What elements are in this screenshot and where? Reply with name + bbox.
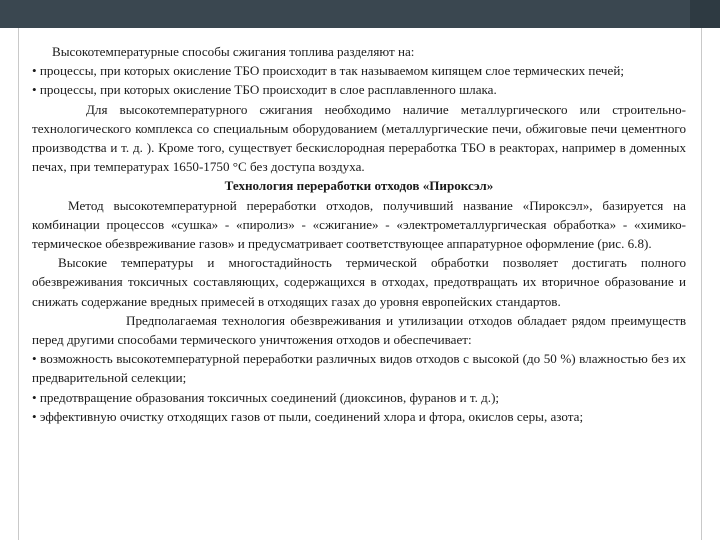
header-accent-block xyxy=(690,0,720,28)
slide-frame-right xyxy=(701,28,702,540)
body-paragraph: Высокие температуры и многостадийность т… xyxy=(32,255,686,309)
slide-header-bar xyxy=(0,0,720,28)
intro-line: Высокотемпературные способы сжигания топ… xyxy=(52,44,415,59)
document-body: Высокотемпературные способы сжигания топ… xyxy=(32,42,686,426)
bullet-item: • процессы, при которых окисление ТБО пр… xyxy=(32,63,624,79)
bullet-item: • предотвращение образования токсичных с… xyxy=(32,389,500,405)
slide-frame-left xyxy=(18,28,19,540)
body-paragraph: Предполагаемая технология обезвреживания… xyxy=(32,312,686,348)
bullet-item: • возможность высокотемпературной перера… xyxy=(32,351,686,386)
body-paragraph: Для высокотемпературного сжигания необхо… xyxy=(32,101,686,175)
bullet-item: • процессы, при которых окисление ТБО пр… xyxy=(32,82,497,98)
section-heading: Технология переработки отходов «Пироксэл… xyxy=(224,178,494,194)
bullet-item: • эффективную очистку отходящих газов от… xyxy=(32,408,584,424)
body-paragraph: Метод высокотемпературной переработки от… xyxy=(32,197,686,252)
